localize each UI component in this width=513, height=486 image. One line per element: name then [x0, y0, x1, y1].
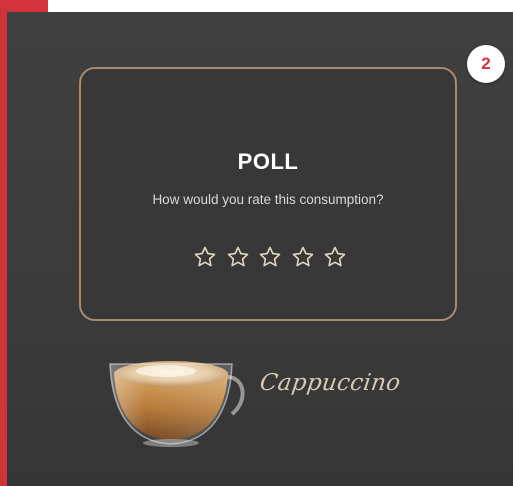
star-4-icon[interactable]: [291, 245, 315, 269]
star-5-icon[interactable]: [323, 245, 347, 269]
step-number-badge: 2: [467, 45, 505, 83]
poll-title: POLL: [237, 149, 299, 174]
star-rating: [193, 245, 347, 271]
product-name: Cappuccino: [258, 370, 403, 396]
machine-screen: 2 POLL How would you rate this consumpti…: [7, 12, 513, 486]
poll-card: POLL How would you rate this consumption…: [79, 67, 457, 321]
star-2-icon[interactable]: [226, 245, 250, 269]
star-3-icon[interactable]: [258, 245, 282, 269]
coffee-cup-icon: [104, 350, 254, 450]
accent-bar-top: [0, 0, 48, 12]
star-1-icon[interactable]: [193, 245, 217, 269]
accent-bar-left: [0, 0, 7, 486]
poll-question: How would you rate this consumption?: [152, 192, 384, 207]
